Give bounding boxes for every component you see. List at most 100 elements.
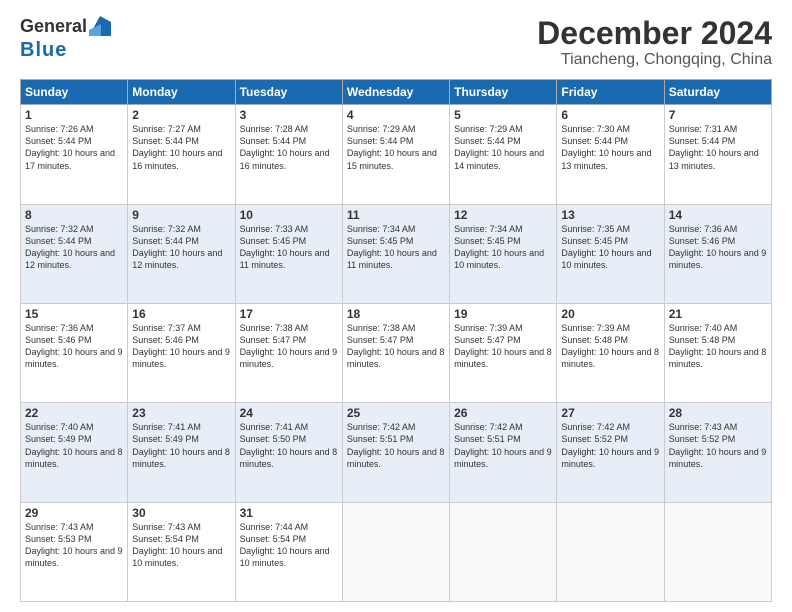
calendar-cell: 5 Sunrise: 7:29 AMSunset: 5:44 PMDayligh… bbox=[450, 105, 557, 204]
header: General Blue December 2024 Tiancheng, Ch… bbox=[20, 16, 772, 69]
day-info: Sunrise: 7:27 AMSunset: 5:44 PMDaylight:… bbox=[132, 124, 222, 170]
day-number: 26 bbox=[454, 406, 552, 420]
day-number: 7 bbox=[669, 108, 767, 122]
day-info: Sunrise: 7:38 AMSunset: 5:47 PMDaylight:… bbox=[347, 323, 445, 369]
logo-blue-text: Blue bbox=[20, 38, 67, 62]
calendar-cell: 25 Sunrise: 7:42 AMSunset: 5:51 PMDaylig… bbox=[342, 403, 449, 502]
day-number: 28 bbox=[669, 406, 767, 420]
calendar-cell: 10 Sunrise: 7:33 AMSunset: 5:45 PMDaylig… bbox=[235, 204, 342, 303]
calendar-cell: 27 Sunrise: 7:42 AMSunset: 5:52 PMDaylig… bbox=[557, 403, 664, 502]
day-info: Sunrise: 7:42 AMSunset: 5:51 PMDaylight:… bbox=[347, 422, 445, 468]
day-info: Sunrise: 7:41 AMSunset: 5:50 PMDaylight:… bbox=[240, 422, 338, 468]
calendar-cell: 20 Sunrise: 7:39 AMSunset: 5:48 PMDaylig… bbox=[557, 303, 664, 402]
calendar-cell: 30 Sunrise: 7:43 AMSunset: 5:54 PMDaylig… bbox=[128, 502, 235, 601]
day-number: 24 bbox=[240, 406, 338, 420]
day-number: 5 bbox=[454, 108, 552, 122]
calendar-header-row: SundayMondayTuesdayWednesdayThursdayFrid… bbox=[21, 80, 772, 105]
day-info: Sunrise: 7:26 AMSunset: 5:44 PMDaylight:… bbox=[25, 124, 115, 170]
calendar-cell: 21 Sunrise: 7:40 AMSunset: 5:48 PMDaylig… bbox=[664, 303, 771, 402]
day-number: 13 bbox=[561, 208, 659, 222]
day-info: Sunrise: 7:32 AMSunset: 5:44 PMDaylight:… bbox=[25, 224, 115, 270]
calendar-cell: 14 Sunrise: 7:36 AMSunset: 5:46 PMDaylig… bbox=[664, 204, 771, 303]
month-title: December 2024 bbox=[537, 16, 772, 51]
day-number: 14 bbox=[669, 208, 767, 222]
day-info: Sunrise: 7:29 AMSunset: 5:44 PMDaylight:… bbox=[347, 124, 437, 170]
calendar-cell bbox=[664, 502, 771, 601]
day-info: Sunrise: 7:28 AMSunset: 5:44 PMDaylight:… bbox=[240, 124, 330, 170]
calendar-header-tuesday: Tuesday bbox=[235, 80, 342, 105]
day-number: 9 bbox=[132, 208, 230, 222]
day-number: 20 bbox=[561, 307, 659, 321]
calendar-cell: 12 Sunrise: 7:34 AMSunset: 5:45 PMDaylig… bbox=[450, 204, 557, 303]
day-info: Sunrise: 7:42 AMSunset: 5:52 PMDaylight:… bbox=[561, 422, 659, 468]
day-info: Sunrise: 7:30 AMSunset: 5:44 PMDaylight:… bbox=[561, 124, 651, 170]
calendar-cell bbox=[450, 502, 557, 601]
location: Tiancheng, Chongqing, China bbox=[537, 51, 772, 69]
day-info: Sunrise: 7:44 AMSunset: 5:54 PMDaylight:… bbox=[240, 522, 330, 568]
day-number: 25 bbox=[347, 406, 445, 420]
calendar-cell: 4 Sunrise: 7:29 AMSunset: 5:44 PMDayligh… bbox=[342, 105, 449, 204]
day-info: Sunrise: 7:40 AMSunset: 5:48 PMDaylight:… bbox=[669, 323, 767, 369]
calendar-header-sunday: Sunday bbox=[21, 80, 128, 105]
calendar-cell: 3 Sunrise: 7:28 AMSunset: 5:44 PMDayligh… bbox=[235, 105, 342, 204]
calendar-cell: 19 Sunrise: 7:39 AMSunset: 5:47 PMDaylig… bbox=[450, 303, 557, 402]
calendar-cell bbox=[342, 502, 449, 601]
calendar-cell: 11 Sunrise: 7:34 AMSunset: 5:45 PMDaylig… bbox=[342, 204, 449, 303]
page: General Blue December 2024 Tiancheng, Ch… bbox=[0, 0, 792, 612]
day-number: 3 bbox=[240, 108, 338, 122]
calendar-cell: 13 Sunrise: 7:35 AMSunset: 5:45 PMDaylig… bbox=[557, 204, 664, 303]
calendar-header-saturday: Saturday bbox=[664, 80, 771, 105]
day-number: 8 bbox=[25, 208, 123, 222]
calendar-cell: 26 Sunrise: 7:42 AMSunset: 5:51 PMDaylig… bbox=[450, 403, 557, 502]
day-number: 11 bbox=[347, 208, 445, 222]
calendar-cell: 29 Sunrise: 7:43 AMSunset: 5:53 PMDaylig… bbox=[21, 502, 128, 601]
calendar-cell: 8 Sunrise: 7:32 AMSunset: 5:44 PMDayligh… bbox=[21, 204, 128, 303]
calendar-header-monday: Monday bbox=[128, 80, 235, 105]
day-info: Sunrise: 7:35 AMSunset: 5:45 PMDaylight:… bbox=[561, 224, 651, 270]
day-info: Sunrise: 7:43 AMSunset: 5:52 PMDaylight:… bbox=[669, 422, 767, 468]
day-info: Sunrise: 7:39 AMSunset: 5:47 PMDaylight:… bbox=[454, 323, 552, 369]
calendar-header-thursday: Thursday bbox=[450, 80, 557, 105]
day-number: 30 bbox=[132, 506, 230, 520]
day-number: 17 bbox=[240, 307, 338, 321]
calendar-week-row: 29 Sunrise: 7:43 AMSunset: 5:53 PMDaylig… bbox=[21, 502, 772, 601]
logo-icon bbox=[89, 16, 111, 36]
calendar-week-row: 15 Sunrise: 7:36 AMSunset: 5:46 PMDaylig… bbox=[21, 303, 772, 402]
title-block: December 2024 Tiancheng, Chongqing, Chin… bbox=[537, 16, 772, 69]
calendar-cell: 22 Sunrise: 7:40 AMSunset: 5:49 PMDaylig… bbox=[21, 403, 128, 502]
calendar-week-row: 22 Sunrise: 7:40 AMSunset: 5:49 PMDaylig… bbox=[21, 403, 772, 502]
day-info: Sunrise: 7:43 AMSunset: 5:54 PMDaylight:… bbox=[132, 522, 222, 568]
day-number: 18 bbox=[347, 307, 445, 321]
calendar-cell: 9 Sunrise: 7:32 AMSunset: 5:44 PMDayligh… bbox=[128, 204, 235, 303]
logo-general: General bbox=[20, 16, 87, 36]
day-number: 2 bbox=[132, 108, 230, 122]
logo: General Blue bbox=[20, 16, 111, 62]
day-number: 19 bbox=[454, 307, 552, 321]
day-number: 12 bbox=[454, 208, 552, 222]
day-number: 27 bbox=[561, 406, 659, 420]
calendar-cell: 6 Sunrise: 7:30 AMSunset: 5:44 PMDayligh… bbox=[557, 105, 664, 204]
day-info: Sunrise: 7:37 AMSunset: 5:46 PMDaylight:… bbox=[132, 323, 230, 369]
day-info: Sunrise: 7:38 AMSunset: 5:47 PMDaylight:… bbox=[240, 323, 338, 369]
calendar-cell bbox=[557, 502, 664, 601]
logo-text: General bbox=[20, 16, 87, 38]
calendar-cell: 18 Sunrise: 7:38 AMSunset: 5:47 PMDaylig… bbox=[342, 303, 449, 402]
day-info: Sunrise: 7:41 AMSunset: 5:49 PMDaylight:… bbox=[132, 422, 230, 468]
day-info: Sunrise: 7:40 AMSunset: 5:49 PMDaylight:… bbox=[25, 422, 123, 468]
calendar-cell: 24 Sunrise: 7:41 AMSunset: 5:50 PMDaylig… bbox=[235, 403, 342, 502]
day-info: Sunrise: 7:29 AMSunset: 5:44 PMDaylight:… bbox=[454, 124, 544, 170]
day-info: Sunrise: 7:36 AMSunset: 5:46 PMDaylight:… bbox=[25, 323, 123, 369]
day-number: 4 bbox=[347, 108, 445, 122]
day-info: Sunrise: 7:33 AMSunset: 5:45 PMDaylight:… bbox=[240, 224, 330, 270]
calendar-cell: 28 Sunrise: 7:43 AMSunset: 5:52 PMDaylig… bbox=[664, 403, 771, 502]
day-number: 6 bbox=[561, 108, 659, 122]
day-number: 29 bbox=[25, 506, 123, 520]
calendar-cell: 23 Sunrise: 7:41 AMSunset: 5:49 PMDaylig… bbox=[128, 403, 235, 502]
calendar-header-wednesday: Wednesday bbox=[342, 80, 449, 105]
day-number: 15 bbox=[25, 307, 123, 321]
day-info: Sunrise: 7:43 AMSunset: 5:53 PMDaylight:… bbox=[25, 522, 123, 568]
day-number: 21 bbox=[669, 307, 767, 321]
day-info: Sunrise: 7:34 AMSunset: 5:45 PMDaylight:… bbox=[454, 224, 544, 270]
day-number: 1 bbox=[25, 108, 123, 122]
calendar-cell: 1 Sunrise: 7:26 AMSunset: 5:44 PMDayligh… bbox=[21, 105, 128, 204]
